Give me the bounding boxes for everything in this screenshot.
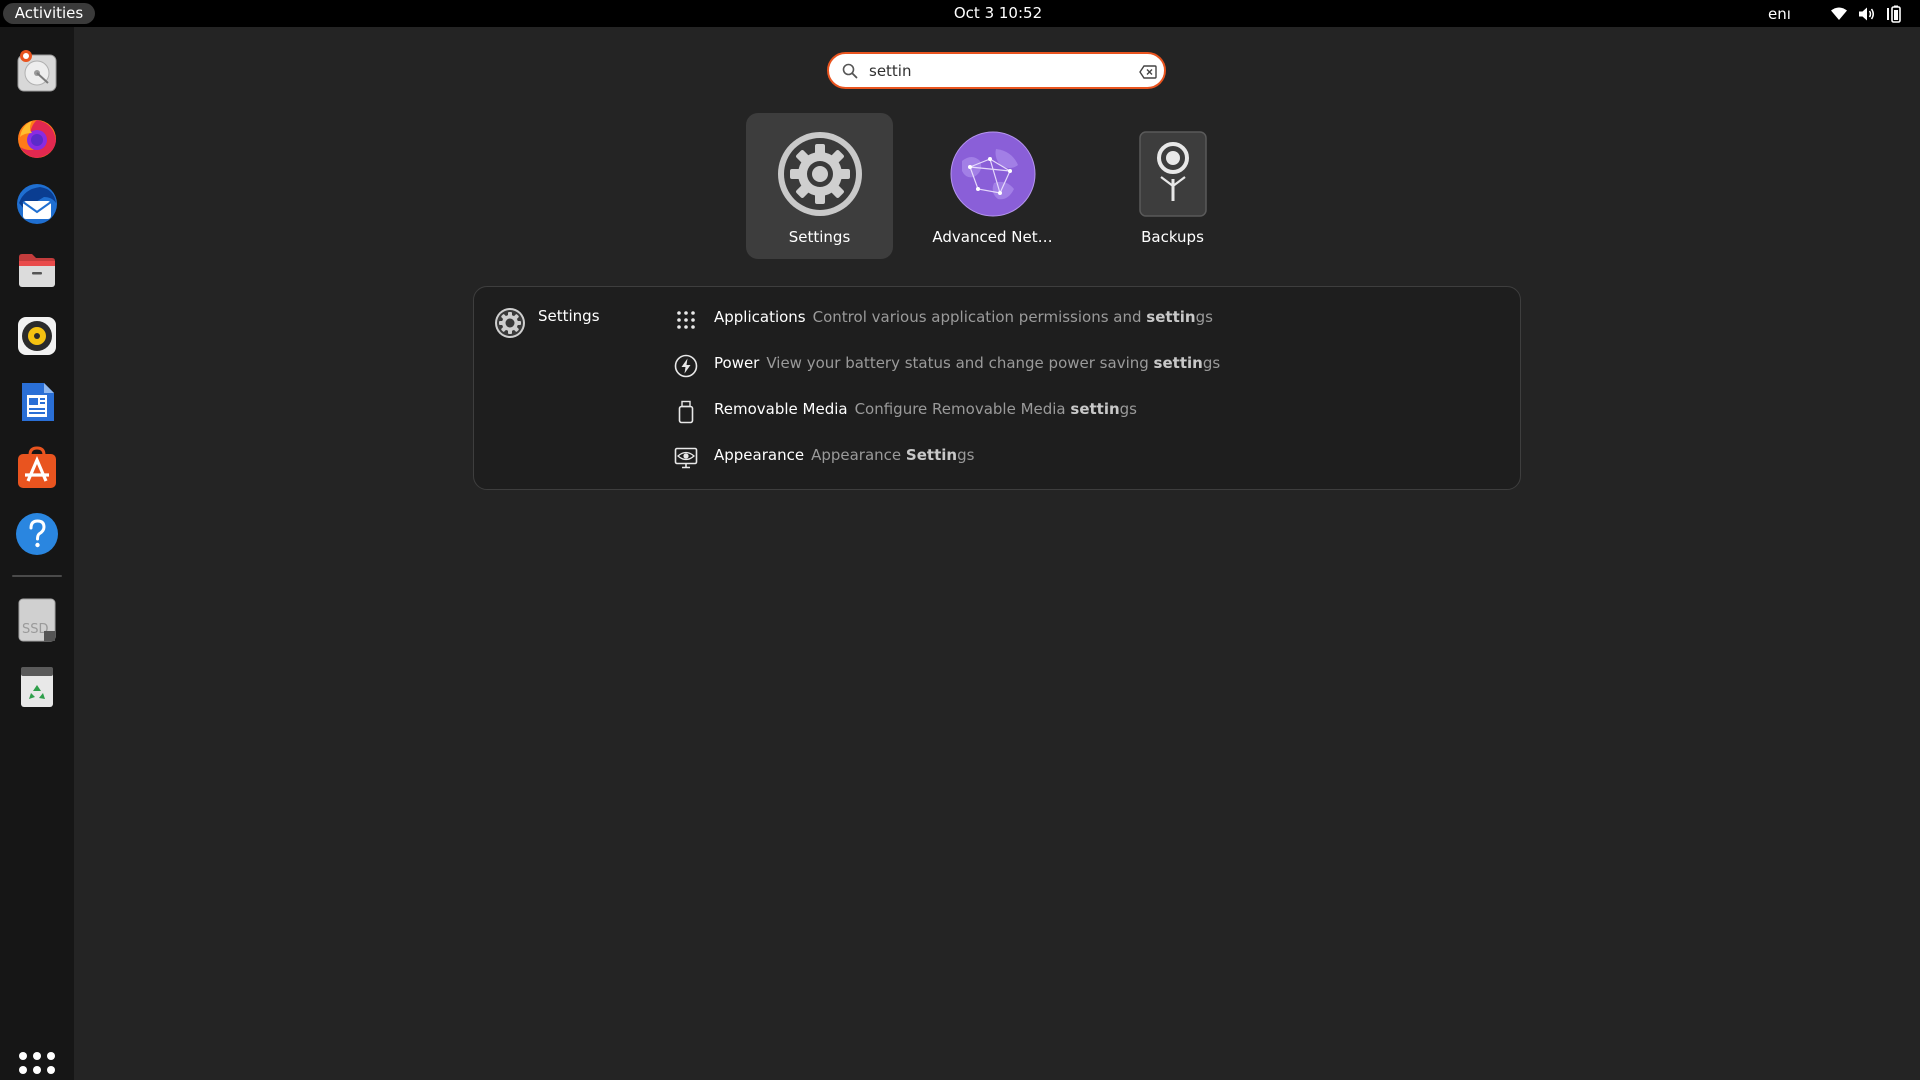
files-icon[interactable] xyxy=(12,245,62,295)
search-box[interactable] xyxy=(827,52,1166,89)
disk-utility-icon[interactable] xyxy=(12,47,62,97)
appearance-display-icon xyxy=(674,446,698,470)
result-power[interactable]: Power View your battery status and change… xyxy=(674,347,1494,381)
libreoffice-writer-icon[interactable] xyxy=(12,377,62,427)
app-grid-icon xyxy=(674,308,698,332)
app-tile-advanced-network[interactable]: Advanced Net… xyxy=(919,113,1066,259)
provider-name: Settings xyxy=(538,307,600,325)
help-icon[interactable] xyxy=(12,509,62,559)
result-removable-media[interactable]: Removable Media Configure Removable Media… xyxy=(674,393,1494,427)
volume-icon[interactable] xyxy=(1857,5,1875,23)
dock: SSD xyxy=(0,27,74,1080)
result-description: Control various application permissions … xyxy=(812,308,1213,326)
wifi-icon[interactable] xyxy=(1830,5,1848,23)
app-center-icon[interactable] xyxy=(12,443,62,493)
show-applications-icon[interactable] xyxy=(16,1049,58,1080)
result-title: Applications xyxy=(714,308,806,326)
result-text: Appearance Appearance Settings xyxy=(714,446,974,464)
battery-icon[interactable] xyxy=(1884,5,1902,23)
thunderbird-icon[interactable] xyxy=(12,179,62,229)
search-input[interactable] xyxy=(869,59,1129,83)
app-tile-label: Advanced Net… xyxy=(932,228,1053,246)
clock[interactable]: Oct 3 10:52 xyxy=(930,0,1066,27)
result-title: Appearance xyxy=(714,446,805,464)
app-tile-backups[interactable]: Backups xyxy=(1099,113,1246,259)
clear-search-icon[interactable] xyxy=(1139,64,1157,79)
search-icon xyxy=(842,63,858,79)
firefox-icon[interactable] xyxy=(12,113,62,163)
result-applications[interactable]: Applications Control various application … xyxy=(674,301,1494,335)
power-bolt-icon xyxy=(674,354,698,378)
top-bar: Activities Oct 3 10:52 enı xyxy=(0,0,1920,27)
result-title: Removable Media xyxy=(714,400,848,418)
result-description: Appearance Settings xyxy=(811,446,975,464)
trash-icon[interactable] xyxy=(12,661,62,711)
settings-gear-icon xyxy=(777,131,863,217)
settings-search-results: Settings Applications Control various app… xyxy=(473,286,1521,490)
result-title: Power xyxy=(714,354,760,372)
rhythmbox-icon[interactable] xyxy=(12,311,62,361)
settings-gear-icon[interactable] xyxy=(494,307,526,339)
result-appearance[interactable]: Appearance Appearance Settings xyxy=(674,439,1494,473)
result-description: View your battery status and change powe… xyxy=(766,354,1221,372)
result-text: Removable Media Configure Removable Media… xyxy=(714,400,1137,418)
dock-separator xyxy=(12,575,62,577)
activities-button[interactable]: Activities xyxy=(3,3,95,24)
keyboard-language-indicator[interactable]: enı xyxy=(1768,0,1796,27)
app-tile-label: Settings xyxy=(788,228,851,246)
ssd-drive-icon[interactable]: SSD xyxy=(12,595,62,645)
result-description: Configure Removable Media settings xyxy=(854,400,1137,418)
removable-media-icon xyxy=(674,400,698,424)
network-globe-icon xyxy=(950,131,1036,217)
result-text: Applications Control various application … xyxy=(714,308,1213,326)
app-tile-label: Backups xyxy=(1141,228,1204,246)
result-text: Power View your battery status and change… xyxy=(714,354,1220,372)
backups-safe-icon xyxy=(1130,131,1216,217)
app-tile-settings[interactable]: Settings xyxy=(746,113,893,259)
